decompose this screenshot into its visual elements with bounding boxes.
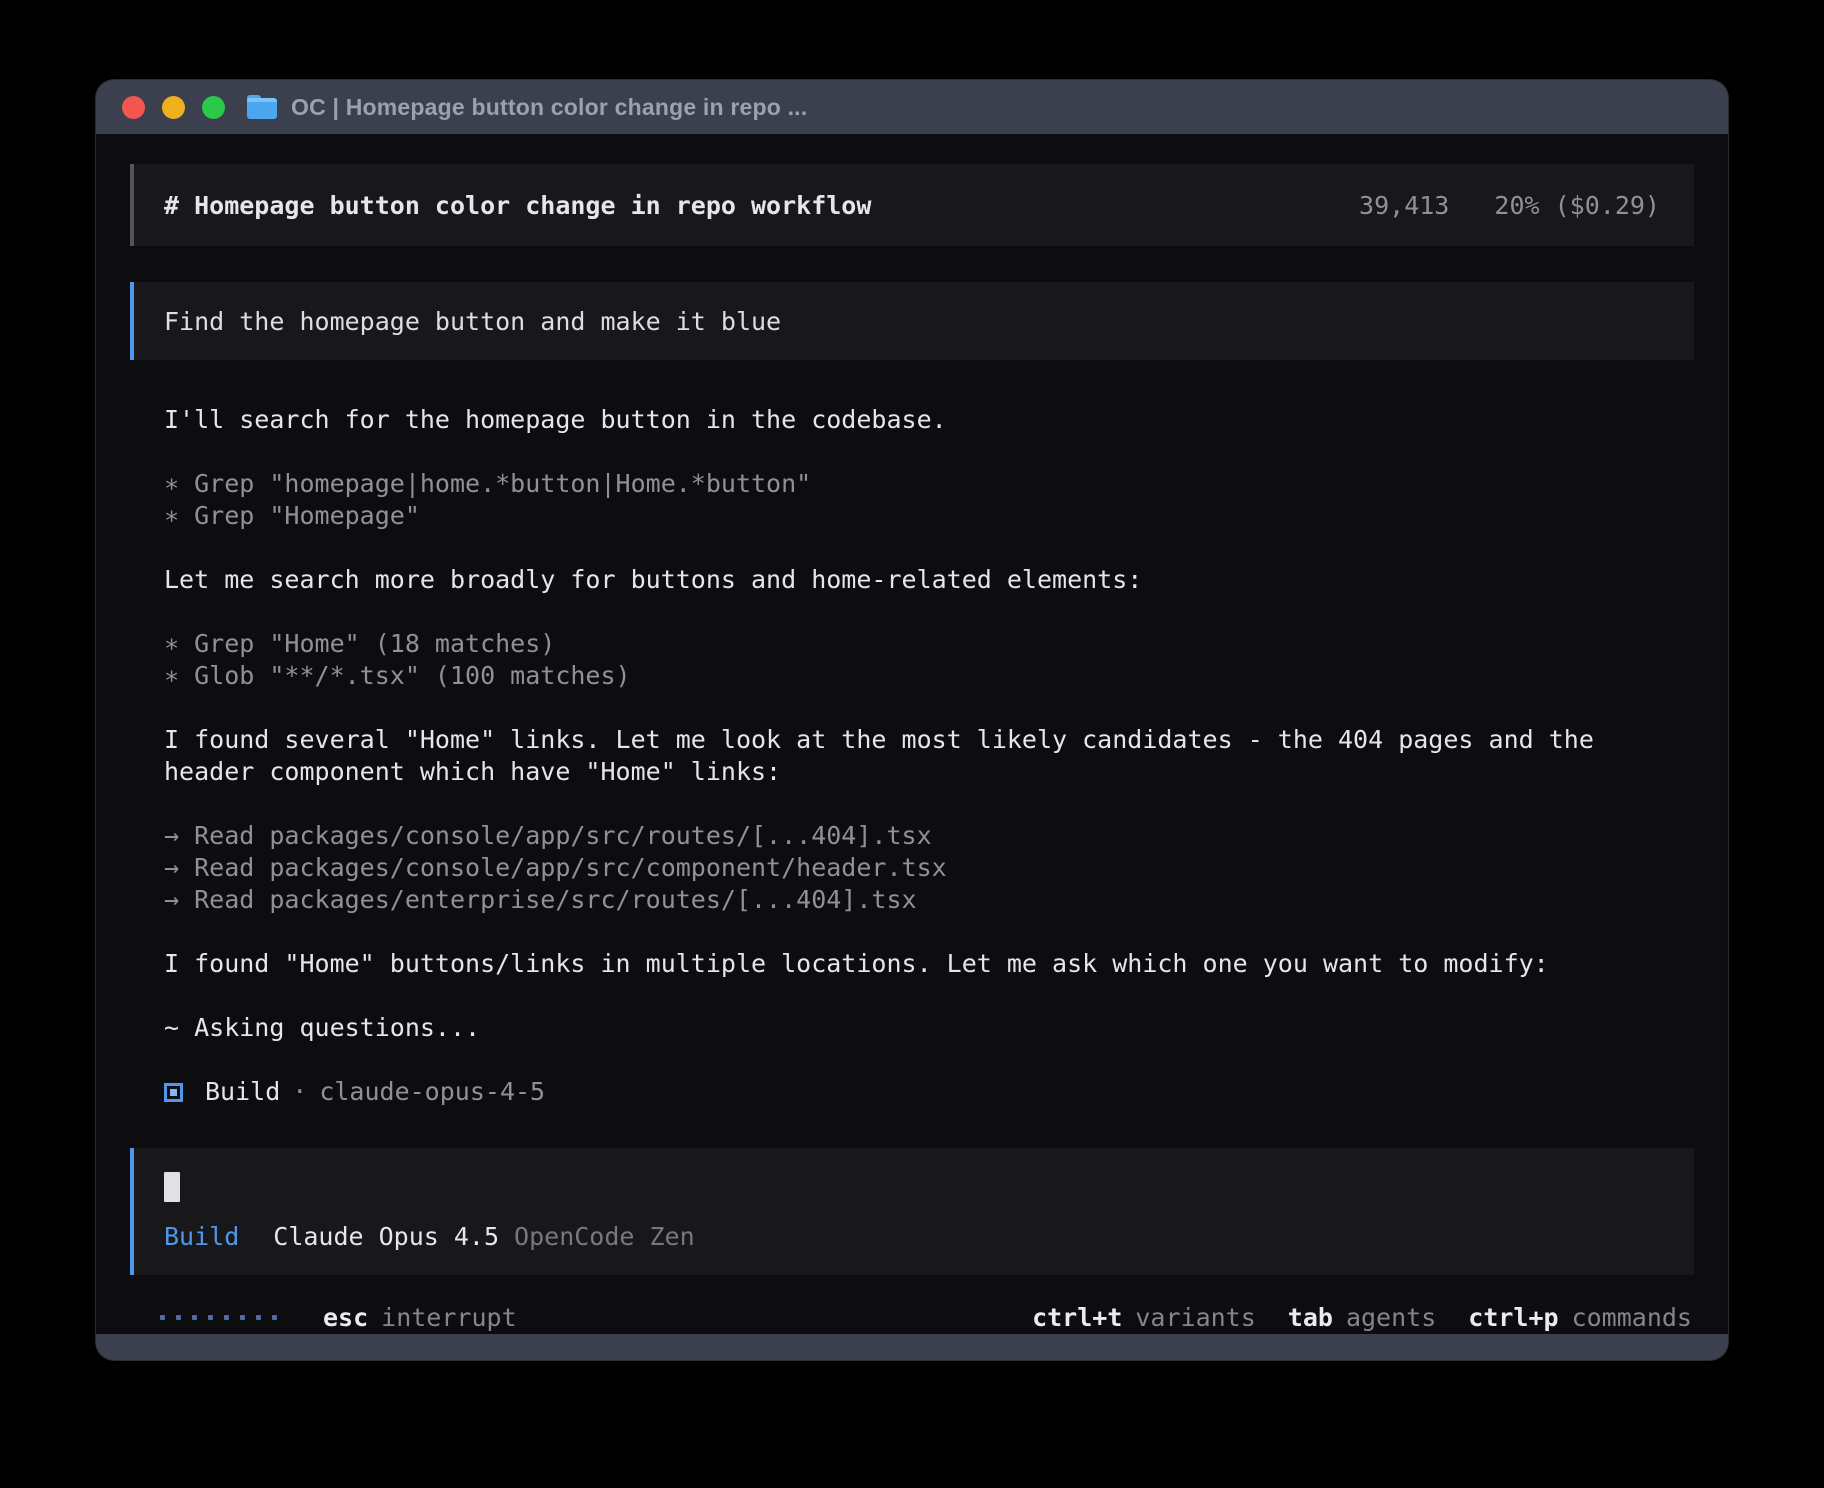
maximize-button[interactable] xyxy=(202,96,225,119)
close-button[interactable] xyxy=(122,96,145,119)
title-area: OC | Homepage button color change in rep… xyxy=(247,94,807,121)
agent-status-row: Build · claude-opus-4-5 xyxy=(164,1076,1644,1108)
shortcut-label: variants xyxy=(1135,1303,1255,1332)
agent-model: claude-opus-4-5 xyxy=(319,1076,545,1108)
shortcut-key: ctrl+t xyxy=(1032,1303,1122,1332)
session-title: # Homepage button color change in repo w… xyxy=(164,191,871,220)
tool-call-read: → Read packages/console/app/src/componen… xyxy=(164,852,1644,884)
shortcut-key-esc: esc xyxy=(323,1303,368,1332)
activity-dots xyxy=(160,1315,277,1320)
folder-icon xyxy=(247,95,277,119)
tool-call-grep: ∗ Grep "Homepage" xyxy=(164,500,1644,532)
model-row: Build Claude Opus 4.5 OpenCode Zen xyxy=(164,1222,1660,1251)
prompt-input[interactable]: Build Claude Opus 4.5 OpenCode Zen xyxy=(130,1148,1694,1275)
terminal-content: # Homepage button color change in repo w… xyxy=(96,134,1728,1334)
assistant-text: Let me search more broadly for buttons a… xyxy=(164,564,1644,596)
assistant-text: I found several "Home" links. Let me loo… xyxy=(164,724,1644,788)
text-cursor xyxy=(164,1172,180,1202)
tool-call-grep: ∗ Grep "homepage|home.*button|Home.*butt… xyxy=(164,468,1644,500)
tool-call-read: → Read packages/enterprise/src/routes/[.… xyxy=(164,884,1644,916)
agent-indicator-icon xyxy=(164,1083,183,1102)
shortcut-commands: ctrl+p commands xyxy=(1468,1303,1692,1332)
status-bar: esc interrupt ctrl+t variants tab agents… xyxy=(130,1303,1694,1332)
tool-call-grep: ∗ Grep "Home" (18 matches) xyxy=(164,628,1644,660)
shortcut-label: agents xyxy=(1346,1303,1436,1332)
separator-dot: · xyxy=(292,1076,307,1108)
tool-call-read: → Read packages/console/app/src/routes/[… xyxy=(164,820,1644,852)
status-bar-left: esc interrupt xyxy=(160,1303,517,1332)
agent-name: Build xyxy=(205,1076,280,1108)
user-message-text: Find the homepage button and make it blu… xyxy=(164,307,781,336)
shortcut-label-interrupt: interrupt xyxy=(381,1303,516,1332)
assistant-text: I'll search for the homepage button in t… xyxy=(164,404,1644,436)
token-count: 39,413 xyxy=(1359,191,1449,220)
session-stats: 39,413 20% ($0.29) xyxy=(1359,191,1660,220)
mode-label: Build xyxy=(164,1222,239,1251)
terminal-window: OC | Homepage button color change in rep… xyxy=(96,80,1728,1360)
tool-call-glob: ∗ Glob "**/*.tsx" (100 matches) xyxy=(164,660,1644,692)
tool-call-group: ∗ Grep "homepage|home.*button|Home.*butt… xyxy=(164,468,1644,532)
user-message: Find the homepage button and make it blu… xyxy=(130,282,1694,360)
model-label: Claude Opus 4.5 xyxy=(273,1222,499,1251)
shortcut-variants: ctrl+t variants xyxy=(1032,1303,1256,1332)
provider-label: OpenCode Zen xyxy=(514,1222,695,1251)
status-bar-right: ctrl+t variants tab agents ctrl+p comman… xyxy=(1000,1303,1692,1332)
shortcut-key: ctrl+p xyxy=(1468,1303,1558,1332)
window-title: OC | Homepage button color change in rep… xyxy=(291,94,807,121)
tool-call-group: → Read packages/console/app/src/routes/[… xyxy=(164,820,1644,916)
window-controls xyxy=(122,96,225,119)
shortcut-agents: tab agents xyxy=(1288,1303,1436,1332)
shortcut-label: commands xyxy=(1572,1303,1692,1332)
session-header: # Homepage button color change in repo w… xyxy=(130,164,1694,246)
context-cost: 20% ($0.29) xyxy=(1494,191,1660,220)
tool-call-group: ∗ Grep "Home" (18 matches) ∗ Glob "**/*.… xyxy=(164,628,1644,692)
conversation-transcript: I'll search for the homepage button in t… xyxy=(164,404,1644,1108)
assistant-text: I found "Home" buttons/links in multiple… xyxy=(164,948,1644,980)
shortcut-key: tab xyxy=(1288,1303,1333,1332)
minimize-button[interactable] xyxy=(162,96,185,119)
titlebar: OC | Homepage button color change in rep… xyxy=(96,80,1728,134)
working-status: ~ Asking questions... xyxy=(164,1012,1644,1044)
